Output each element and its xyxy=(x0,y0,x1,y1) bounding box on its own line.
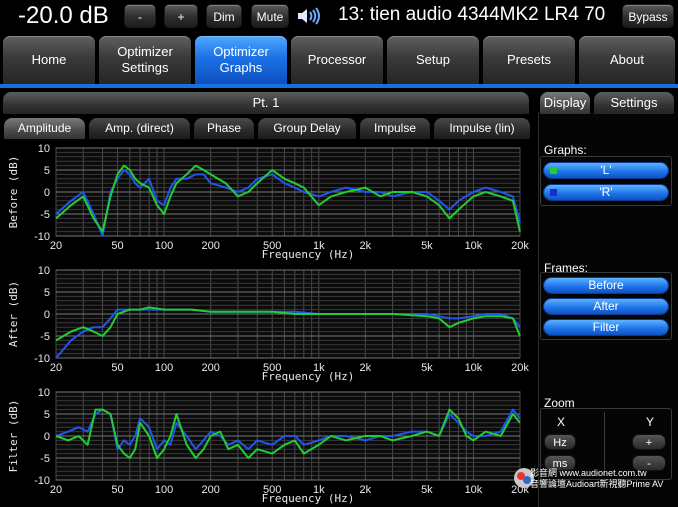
x-tick-label: 50 xyxy=(111,240,123,252)
subtab-amp-direct[interactable]: Amp. (direct) xyxy=(89,118,190,139)
y-tick-label: -10 xyxy=(34,353,50,365)
tab-setup[interactable]: Setup xyxy=(387,36,479,84)
tab-label: Processor xyxy=(307,52,367,67)
x-axis-title: Frequency (Hz) xyxy=(262,248,355,261)
bypass-button[interactable]: Bypass xyxy=(622,4,674,28)
subtab-phase[interactable]: Phase xyxy=(194,118,254,139)
x-tick-label: 100 xyxy=(155,240,173,252)
zoom-y-label: Y xyxy=(646,415,655,429)
tab-label: Setup xyxy=(416,52,450,67)
volume-up-button[interactable]: + xyxy=(164,4,198,28)
zoom-x-hz-button[interactable]: Hz xyxy=(544,434,576,450)
frame-before-button[interactable]: Before xyxy=(544,278,668,293)
panel-tab-display[interactable]: Display xyxy=(540,92,590,114)
series-r-swatch xyxy=(550,189,557,196)
volume-readout: -20.0 dB xyxy=(18,2,109,29)
x-tick-label: 50 xyxy=(111,484,123,496)
x-tick-label: 10k xyxy=(465,240,483,252)
y-tick-label: 0 xyxy=(44,309,50,321)
after-graph: 1050-5-1020 50 100 200 500 1k 2k 5k 10k 20kFreque… xyxy=(7,265,529,383)
x-tick-label: 200 xyxy=(201,362,219,374)
y-tick-label: 10 xyxy=(38,387,50,399)
subtab-group-delay[interactable]: Group Delay xyxy=(258,118,356,139)
point-header[interactable]: Pt. 1 xyxy=(3,92,529,114)
y-tick-label: 5 xyxy=(44,287,50,299)
y-tick-label: -10 xyxy=(34,475,50,487)
y-tick-label: 0 xyxy=(44,187,50,199)
panel-tab-settings[interactable]: Settings xyxy=(594,92,674,114)
graphs-label: Graphs: xyxy=(544,143,587,157)
x-tick-label: 10k xyxy=(465,484,483,496)
subtab-amplitude[interactable]: Amplitude xyxy=(4,118,85,139)
tab-label: Home xyxy=(31,52,67,67)
tab-home[interactable]: Home xyxy=(3,36,95,84)
graph-toggle-r[interactable]: 'R' xyxy=(544,185,668,200)
x-tick-label: 100 xyxy=(155,484,173,496)
y-tick-label: 10 xyxy=(38,143,50,155)
watermark: 影音網 www.audionet.com.tw 音響論壇Audioart新視聽P… xyxy=(530,468,678,490)
tab-label: Optimizer Settings xyxy=(117,44,173,75)
y-tick-label: 10 xyxy=(38,265,50,277)
x-tick-label: 10k xyxy=(465,362,483,374)
x-tick-label: 5k xyxy=(421,240,433,252)
watermark-url: www.audionet.com.tw xyxy=(559,468,647,478)
x-tick-label: 2k xyxy=(360,240,372,252)
frame-filter-button[interactable]: Filter xyxy=(544,320,668,335)
tab-label: Optimizer Graphs xyxy=(213,44,269,75)
y-tick-label: 5 xyxy=(44,409,50,421)
y-axis-title: After (dB) xyxy=(7,281,20,347)
x-tick-label: 5k xyxy=(421,362,433,374)
tab-optimizer-graphs[interactable]: Optimizer Graphs xyxy=(195,36,287,84)
x-tick-label: 20k xyxy=(511,240,529,252)
y-axis-title: Before (dB) xyxy=(7,156,20,229)
x-tick-label: 20 xyxy=(50,362,62,374)
frame-after-button[interactable]: After xyxy=(544,299,668,314)
tab-label: Presets xyxy=(506,52,552,67)
watermark-brand: 影音網 xyxy=(530,468,558,478)
x-tick-label: 5k xyxy=(421,484,433,496)
subtab-impulse-lin[interactable]: Impulse (lin) xyxy=(434,118,530,139)
x-tick-label: 200 xyxy=(201,240,219,252)
mute-button[interactable]: Mute xyxy=(251,4,289,28)
volume-down-button[interactable]: - xyxy=(124,4,156,28)
tab-processor[interactable]: Processor xyxy=(291,36,383,84)
y-axis-title: Filter (dB) xyxy=(7,400,20,473)
x-axis-title: Frequency (Hz) xyxy=(262,492,355,505)
dim-button[interactable]: Dim xyxy=(206,4,242,28)
x-tick-label: 20 xyxy=(50,484,62,496)
series-l-swatch xyxy=(550,167,557,174)
x-tick-label: 50 xyxy=(111,362,123,374)
zoom-divider xyxy=(604,412,605,476)
tab-underline xyxy=(0,84,678,88)
graph-toggle-label: 'R' xyxy=(599,185,613,199)
speaker-icon[interactable] xyxy=(296,6,322,26)
watermark-line: 音響論壇Audioart新視聽Prime AV xyxy=(530,479,664,489)
tab-optimizer-settings[interactable]: Optimizer Settings xyxy=(99,36,191,84)
x-tick-label: 100 xyxy=(155,362,173,374)
tab-label: About xyxy=(610,52,644,67)
before-graph: 1050-5-1020 50 100 200 500 1k 2k 5k 10k 20kFreque… xyxy=(7,143,529,261)
x-tick-label: 2k xyxy=(360,484,372,496)
x-tick-label: 20 xyxy=(50,240,62,252)
tab-presets[interactable]: Presets xyxy=(483,36,575,84)
filter-graph: 1050-5-1020 50 100 200 500 1k 2k 5k 10k 20kFreque… xyxy=(7,387,529,505)
y-tick-label: -10 xyxy=(34,231,50,243)
y-tick-label: -5 xyxy=(40,331,50,343)
zoom-y-in-button[interactable]: + xyxy=(632,434,666,450)
x-axis-title: Frequency (Hz) xyxy=(262,370,355,383)
graph-toggle-label: 'L' xyxy=(600,163,612,177)
tab-about[interactable]: About xyxy=(579,36,675,84)
subtab-impulse[interactable]: Impulse xyxy=(360,118,430,139)
zoom-x-label: X xyxy=(557,415,566,429)
y-tick-label: 0 xyxy=(44,431,50,443)
x-tick-label: 20k xyxy=(511,362,529,374)
y-tick-label: -5 xyxy=(40,453,50,465)
graph-toggle-l[interactable]: 'L' xyxy=(544,163,668,178)
x-tick-label: 200 xyxy=(201,484,219,496)
y-tick-label: 5 xyxy=(44,165,50,177)
x-tick-label: 2k xyxy=(360,362,372,374)
preset-title: 13: tien audio 4344MK2 LR4 70 xyxy=(338,4,606,25)
y-tick-label: -5 xyxy=(40,209,50,221)
